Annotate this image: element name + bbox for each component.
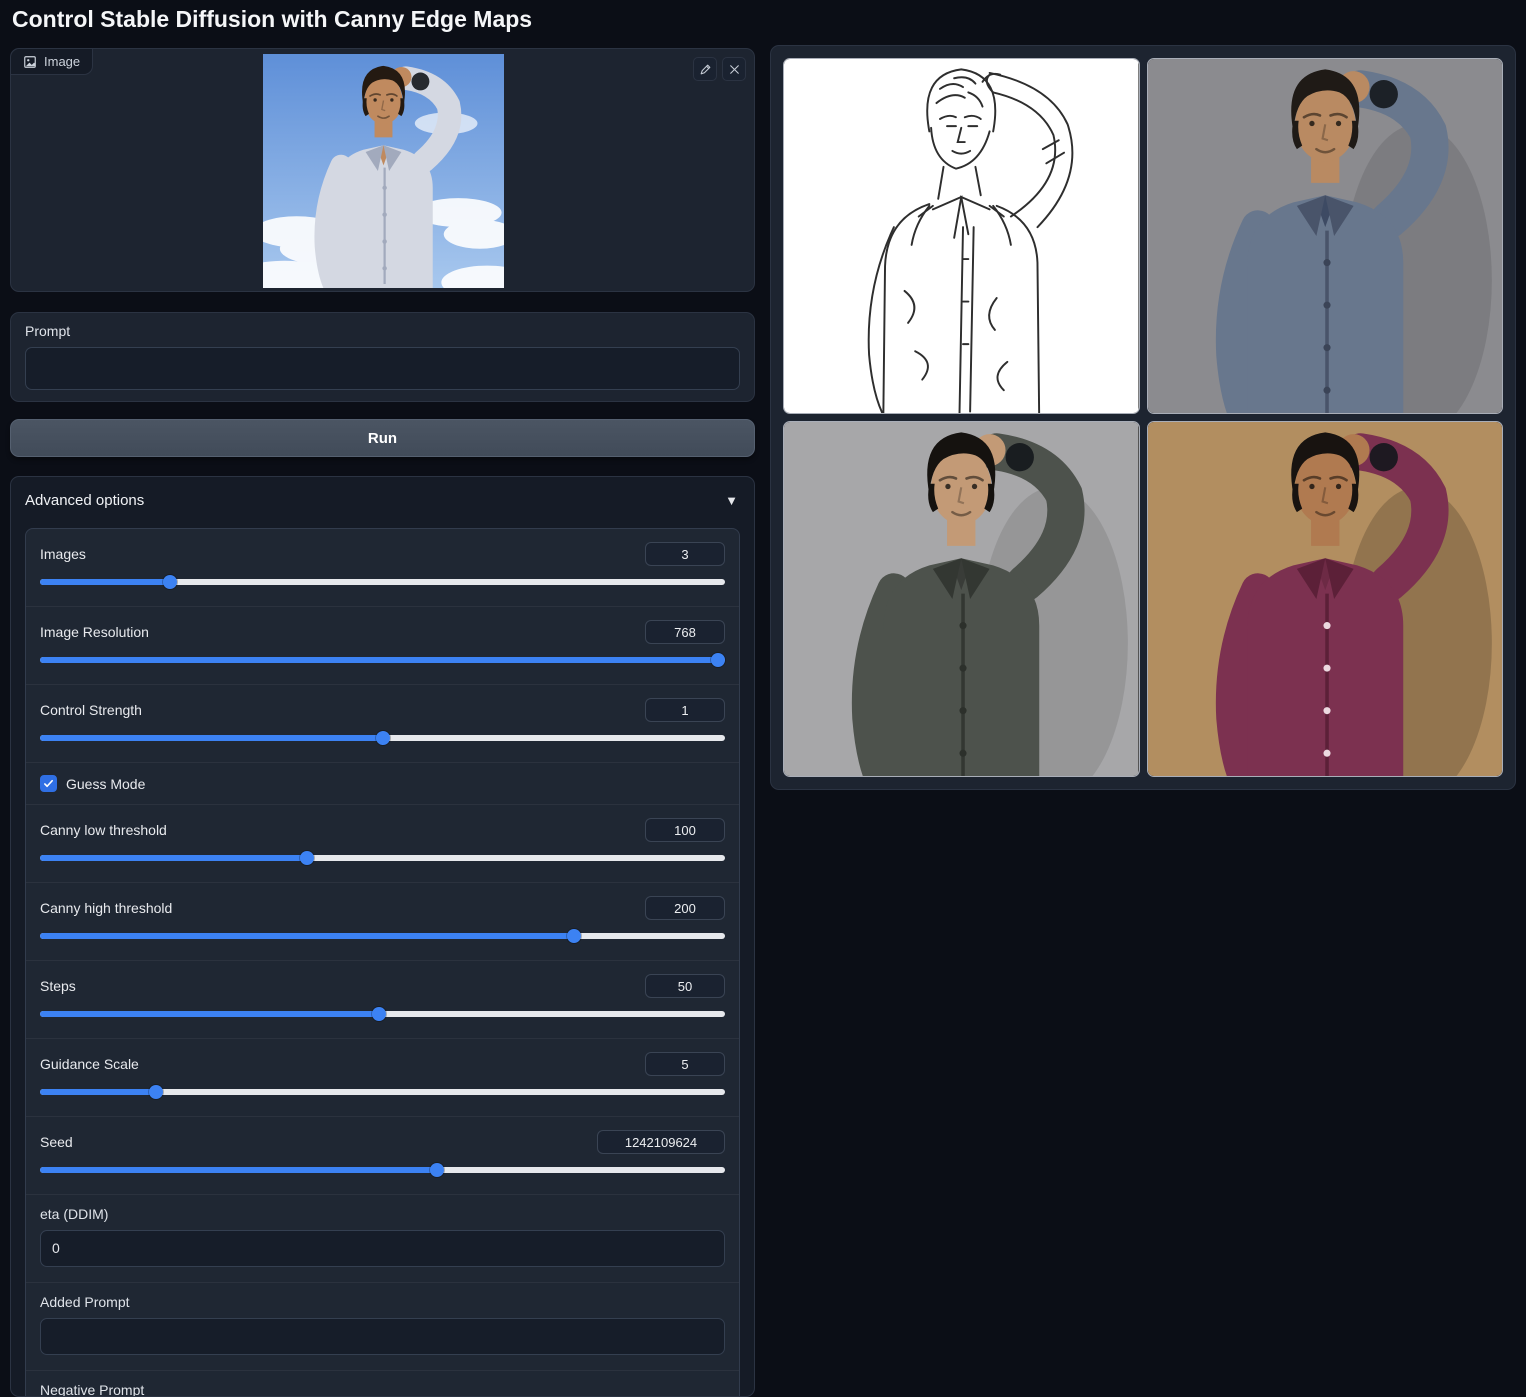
gallery-image-result-1[interactable] bbox=[1146, 58, 1503, 414]
slider-thumb[interactable] bbox=[149, 1085, 164, 1099]
seed-value-input[interactable]: 1242109624 bbox=[597, 1130, 725, 1154]
chevron-down-icon: ▼ bbox=[725, 493, 738, 508]
guess-mode-label: Guess Mode bbox=[66, 775, 146, 792]
canny-high-threshold-value-input[interactable]: 200 bbox=[645, 896, 725, 920]
app-page: Control Stable Diffusion with Canny Edge… bbox=[0, 0, 1526, 1397]
pencil-icon bbox=[700, 64, 710, 74]
output-gallery bbox=[770, 45, 1516, 790]
steps-value-input[interactable]: 50 bbox=[645, 974, 725, 998]
slider-thumb[interactable] bbox=[567, 929, 582, 943]
image-resolution-row: Image Resolution 768 bbox=[26, 606, 739, 684]
image-resolution-slider[interactable] bbox=[40, 653, 726, 667]
slider-thumb[interactable] bbox=[300, 851, 315, 865]
slider-thumb[interactable] bbox=[372, 1007, 387, 1021]
guess-mode-checkbox[interactable] bbox=[40, 775, 57, 792]
seed-label: Seed bbox=[40, 1134, 73, 1150]
negative-prompt-label: Negative Prompt bbox=[40, 1382, 145, 1397]
image-resolution-value-input[interactable]: 768 bbox=[645, 620, 725, 644]
steps-label: Steps bbox=[40, 978, 76, 994]
seed-slider[interactable] bbox=[40, 1163, 725, 1177]
control-strength-slider[interactable] bbox=[40, 731, 725, 745]
negative-prompt-row: Negative Prompt bbox=[26, 1370, 739, 1397]
gallery-image-canny-edges[interactable] bbox=[783, 58, 1140, 414]
image-actions bbox=[693, 57, 746, 81]
slider-thumb[interactable] bbox=[375, 731, 390, 745]
guidance-scale-slider[interactable] bbox=[40, 1085, 725, 1099]
eta-row: eta (DDIM) 0 bbox=[26, 1194, 739, 1282]
image-label-chip: Image bbox=[11, 49, 94, 75]
canny-low-threshold-label: Canny low threshold bbox=[40, 822, 167, 838]
guidance-scale-row: Guidance Scale 5 bbox=[26, 1038, 739, 1116]
control-strength-label: Control Strength bbox=[40, 702, 142, 718]
advanced-options-panel: Images 3 Image Resolution 768 Control St… bbox=[25, 528, 740, 1397]
image-resolution-label: Image Resolution bbox=[40, 624, 149, 640]
images-label: Images bbox=[40, 546, 86, 562]
advanced-options-header[interactable]: Advanced options ▼ bbox=[11, 477, 754, 522]
steps-slider[interactable] bbox=[40, 1007, 725, 1021]
advanced-options-title: Advanced options bbox=[25, 492, 145, 509]
canny-low-threshold-value-input[interactable]: 100 bbox=[645, 818, 725, 842]
gallery-image-result-3[interactable] bbox=[1146, 421, 1503, 777]
canny-high-threshold-row: Canny high threshold 200 bbox=[26, 882, 739, 960]
eta-value: 0 bbox=[52, 1240, 60, 1256]
uploaded-image[interactable] bbox=[263, 54, 504, 288]
canny-low-threshold-row: Canny low threshold 100 bbox=[26, 804, 739, 882]
guidance-scale-value-input[interactable]: 5 bbox=[645, 1052, 725, 1076]
guidance-scale-label: Guidance Scale bbox=[40, 1056, 139, 1072]
input-image-component: Image bbox=[10, 48, 755, 292]
check-icon bbox=[44, 779, 53, 788]
page-title: Control Stable Diffusion with Canny Edge… bbox=[12, 6, 533, 32]
images-row: Images 3 bbox=[26, 529, 739, 606]
run-button[interactable]: Run bbox=[10, 419, 755, 457]
canny-low-threshold-slider[interactable] bbox=[40, 851, 725, 865]
images-value-input[interactable]: 3 bbox=[645, 542, 725, 566]
advanced-options-accordion: Advanced options ▼ Images 3 Image Resolu… bbox=[10, 476, 755, 1397]
gallery-grid bbox=[771, 46, 1515, 789]
control-strength-value-input[interactable]: 1 bbox=[645, 698, 725, 722]
run-button-label: Run bbox=[367, 429, 398, 447]
prompt-component: Prompt bbox=[10, 312, 755, 402]
slider-thumb[interactable] bbox=[163, 575, 178, 589]
canny-high-threshold-slider[interactable] bbox=[40, 929, 725, 943]
added-prompt-label: Added Prompt bbox=[40, 1294, 130, 1310]
x-icon bbox=[729, 64, 739, 74]
prompt-label: Prompt bbox=[25, 323, 71, 339]
prompt-input[interactable] bbox=[25, 347, 740, 390]
eta-input[interactable]: 0 bbox=[40, 1230, 725, 1267]
image-icon bbox=[24, 55, 36, 68]
eta-label: eta (DDIM) bbox=[40, 1206, 109, 1222]
slider-thumb[interactable] bbox=[430, 1163, 445, 1177]
image-label: Image bbox=[44, 54, 81, 69]
canny-high-threshold-label: Canny high threshold bbox=[40, 900, 173, 916]
slider-thumb[interactable] bbox=[711, 653, 726, 667]
control-strength-row: Control Strength 1 bbox=[26, 684, 739, 762]
images-slider[interactable] bbox=[40, 575, 725, 589]
steps-row: Steps 50 bbox=[26, 960, 739, 1038]
clear-image-button[interactable] bbox=[722, 57, 746, 81]
guess-mode-row: Guess Mode bbox=[26, 762, 739, 804]
added-prompt-row: Added Prompt bbox=[26, 1282, 739, 1370]
edit-image-button[interactable] bbox=[693, 57, 717, 81]
added-prompt-input[interactable] bbox=[40, 1318, 725, 1355]
gallery-image-result-2[interactable] bbox=[783, 421, 1140, 777]
seed-row: Seed 1242109624 bbox=[26, 1116, 739, 1194]
